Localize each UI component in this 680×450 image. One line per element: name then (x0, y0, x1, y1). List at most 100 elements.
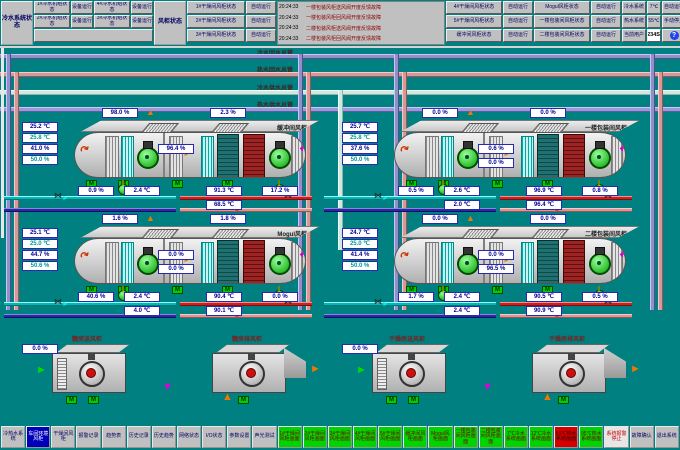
nav-button[interactable]: 系统报警停止 (604, 426, 628, 448)
ahu-top-face: 缓冲间风柜 (80, 120, 320, 132)
ahu-top-face: 一楼包装间风柜 (400, 120, 640, 132)
inlet-flow-arrow-icon (356, 365, 367, 376)
ahu-status-button[interactable]: 3#干燥间风柜状态 (187, 29, 245, 42)
ahu-status-value[interactable]: 自动运行 (591, 29, 621, 42)
ahu-left-readouts: 25.7 ℃ 25.8 ℃ 37.6 % 50.0 % (342, 122, 378, 166)
ahu-status-button[interactable]: 一楼包装间风柜状态 (534, 15, 590, 28)
nav-button[interactable]: 12℃冷水系统画面 (529, 426, 553, 448)
spray-section (121, 136, 134, 178)
chiller-status-button[interactable]: 4#冷水机组状态 (94, 1, 130, 14)
ahu-status-value[interactable]: 自动运行 (591, 1, 621, 14)
chilled-return-branch-pipe (4, 208, 176, 212)
chiller-status-value[interactable]: 设备运行 (131, 1, 153, 14)
ahu-status-button[interactable]: 二楼包装间风柜状态 (534, 29, 590, 42)
chiller-status-value[interactable]: 设备运行 (71, 15, 93, 28)
nav-button[interactable]: 退出系统 (655, 426, 679, 448)
temp-setpoint-readout: 25.8 ℃ (22, 133, 58, 143)
nav-button[interactable]: 报警记录 (76, 426, 100, 448)
valve-position-readout: 96.5 % (478, 264, 514, 274)
ahu-status-value[interactable]: 自动运行 (503, 15, 533, 28)
filter-section (105, 242, 119, 284)
chilled-water-temp-readout: 2.4 ℃ (444, 292, 480, 302)
nav-button[interactable]: 网络状态 (177, 426, 201, 448)
ahu-status-value[interactable]: 自动运行 (503, 1, 533, 14)
nav-button[interactable]: 3#干燥间风柜画面 (328, 426, 352, 448)
nav-button[interactable]: I/O状态 (202, 426, 226, 448)
help-button[interactable] (662, 29, 680, 42)
hot-water-label: 热水系统 (622, 15, 646, 28)
humidity-setpoint-readout: 50.6 % (22, 261, 58, 271)
nav-button[interactable]: 干燥间风柜 (51, 426, 75, 448)
chiller-status-value[interactable]: 设备运行 (131, 15, 153, 28)
hot-water-coil (563, 134, 585, 178)
ahu-unit[interactable]: 25.7 ℃ 25.8 ℃ 37.6 % 50.0 % 0.0 % 0.0 % … (342, 108, 662, 214)
room-temp-readout: 25.2 ℃ (22, 122, 58, 132)
current-user-label: 当前用户 (622, 29, 646, 42)
fan-unit-top-face (216, 344, 290, 353)
ahu-unit[interactable]: 25.2 ℃ 25.8 ℃ 41.0 % 50.0 % 98.0 % 2.3 %… (22, 108, 342, 214)
ahu-body (394, 238, 626, 284)
ahu-status-value[interactable]: 自动运行 (246, 15, 276, 28)
chiller-status-button[interactable]: 2#冷水机组状态 (34, 15, 70, 28)
spray-section (201, 136, 214, 178)
chilled-water-coil (537, 240, 559, 284)
help-icon (670, 31, 679, 40)
fan-unit-top-face (376, 344, 450, 353)
nav-button[interactable]: 4#干燥间风柜画面 (353, 426, 377, 448)
ahu-unit[interactable]: 25.1 ℃ 25.0 ℃ 44.7 % 50.6 % 1.6 % 1.8 % … (22, 214, 342, 320)
hot-water-status[interactable]: 手动停止 (662, 15, 680, 28)
chilled-water-temp-readout: 4.0 ℃ (124, 306, 160, 316)
fan-unit[interactable]: 干燥房排风柜 (502, 334, 662, 420)
ahu-unit[interactable]: 24.7 ℃ 25.0 ℃ 41.4 % 50.0 % 0.0 % 0.0 % … (342, 214, 662, 320)
nav-button[interactable]: 缓冲间风柜画面 (403, 426, 427, 448)
nav-button[interactable]: 二楼包装间风柜画面 (479, 426, 503, 448)
nav-button[interactable]: 7℃冷水系统画面 (504, 426, 528, 448)
ahu-status-value[interactable]: 自动运行 (503, 29, 533, 42)
nav-button[interactable]: Mogul风柜画面 (428, 426, 452, 448)
hot-water-coil (243, 240, 265, 284)
nav-button[interactable]: 95℃热水系统画面 (579, 426, 603, 448)
ahu-status-button[interactable]: 4#干燥间风柜状态 (446, 1, 502, 14)
spray-section (441, 242, 454, 284)
ahu-status-button[interactable]: Mogul风柜状态 (534, 1, 590, 14)
nav-button[interactable]: 冷热水系统 (1, 426, 25, 448)
ahu-status-value[interactable]: 自动运行 (246, 1, 276, 14)
damper-actuator-icon (492, 286, 503, 294)
room-humidity-readout: 41.4 % (342, 250, 378, 260)
fan-unit[interactable]: 干燥房送风柜 0.0 % (342, 334, 502, 420)
nav-button[interactable]: 2#干燥间风柜画面 (303, 426, 327, 448)
nav-button[interactable]: 历史趋势 (152, 426, 176, 448)
riser-pipe (6, 54, 11, 310)
ahu-status-button[interactable]: 1#干燥间风柜状态 (187, 1, 245, 14)
ahu-status-value[interactable]: 自动运行 (591, 15, 621, 28)
nav-button[interactable]: 声光测试 (252, 426, 276, 448)
nav-button[interactable]: 车间环境风柜 (26, 426, 50, 448)
ahu-status-value[interactable]: 自动运行 (246, 29, 276, 42)
nav-button[interactable]: 5#干燥间风柜画面 (378, 426, 402, 448)
nav-button[interactable]: 一楼包装间风柜画面 (454, 426, 478, 448)
nav-button[interactable]: 55℃热水系统画面 (554, 426, 578, 448)
ahu-status-button[interactable]: 缓冲间风柜状态 (446, 29, 502, 42)
exhaust-flow-arrow-icon (466, 108, 475, 117)
fan-unit[interactable]: 糖房排风柜 (182, 334, 342, 420)
cold-water-status[interactable]: 自动运行 (662, 1, 680, 14)
ahu-status-button[interactable]: 5#干燥间风柜状态 (446, 15, 502, 28)
nav-button[interactable]: 1#干燥间风柜画面 (278, 426, 302, 448)
damper-actuator-icon (172, 180, 183, 188)
ahu-status-grid-left: 1#干燥间风柜状态 自动运行 2#干燥间风柜状态 自动运行 3#干燥间风柜状态 … (187, 1, 276, 45)
chiller-status-button[interactable]: 3#冷水机组状态 (94, 15, 130, 28)
chiller-status-button[interactable]: 1#冷水机组状态 (34, 1, 70, 14)
valve-position-readout: 0.0 % (478, 158, 514, 168)
heating-valve-readout: 0.5 % (582, 292, 618, 302)
ahu-grid: 25.2 ℃ 25.8 ℃ 41.0 % 50.0 % 98.0 % 2.3 %… (22, 108, 662, 320)
nav-button[interactable]: 趋势表 (102, 426, 126, 448)
temp-setpoint-readout: 25.0 ℃ (22, 239, 58, 249)
fan-unit-label: 糖房排风柜 (182, 334, 312, 343)
ahu-status-button[interactable]: 2#干燥间风柜状态 (187, 15, 245, 28)
nav-button[interactable]: 故障确认 (630, 426, 654, 448)
nav-button[interactable]: 参数设置 (227, 426, 251, 448)
fan-unit[interactable]: 糖房送风柜 0.0 % (22, 334, 182, 420)
ahu-left-readouts: 24.7 ℃ 25.0 ℃ 41.4 % 50.0 % (342, 228, 378, 272)
nav-button[interactable]: 历史记录 (127, 426, 151, 448)
chiller-status-value[interactable]: 设备运行 (71, 1, 93, 14)
